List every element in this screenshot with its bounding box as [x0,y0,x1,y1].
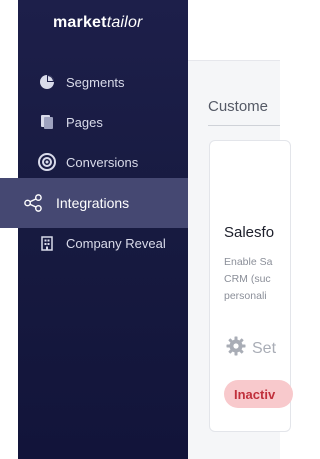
card-description: Enable Sa CRM (suc personali [224,254,280,305]
setup-button[interactable]: Set [226,336,276,361]
window-edge [0,0,18,459]
sidebar-item-segments[interactable]: Segments [18,70,188,94]
sidebar-item-company-reveal[interactable]: Company Reveal [18,231,188,255]
description-line: Enable Sa [224,256,273,268]
target-icon [38,153,56,171]
top-bar [188,0,280,61]
status-badge: Inactiv [224,380,294,408]
description-line: personali [224,290,267,302]
sidebar-item-label: Conversions [66,154,139,170]
sidebar-item-label: Company Reveal [66,235,166,251]
description-line: CRM (suc [224,273,271,285]
setup-label: Set [252,339,277,357]
pie-chart-icon [38,73,56,91]
share-nodes-icon [24,194,42,212]
sidebar-item-label: Segments [66,74,125,90]
pages-icon [38,113,56,131]
sidebar-item-pages[interactable]: Pages [18,110,188,134]
logo-bold-text: market [53,14,107,31]
section-divider [208,125,280,126]
card-title: Salesfo [224,224,275,241]
sidebar: markettailor [18,0,188,459]
section-title: Custome [208,98,269,115]
brand-logo[interactable]: markettailor [53,14,143,32]
sidebar-item-integrations[interactable]: Integrations [0,178,202,228]
sidebar-item-label: Integrations [56,195,130,211]
logo-thin-text: tailor [106,14,143,31]
sidebar-item-label: Pages [66,114,103,130]
sidebar-item-conversions[interactable]: Conversions [18,150,188,174]
building-icon [38,234,56,252]
gear-icon [226,336,246,361]
